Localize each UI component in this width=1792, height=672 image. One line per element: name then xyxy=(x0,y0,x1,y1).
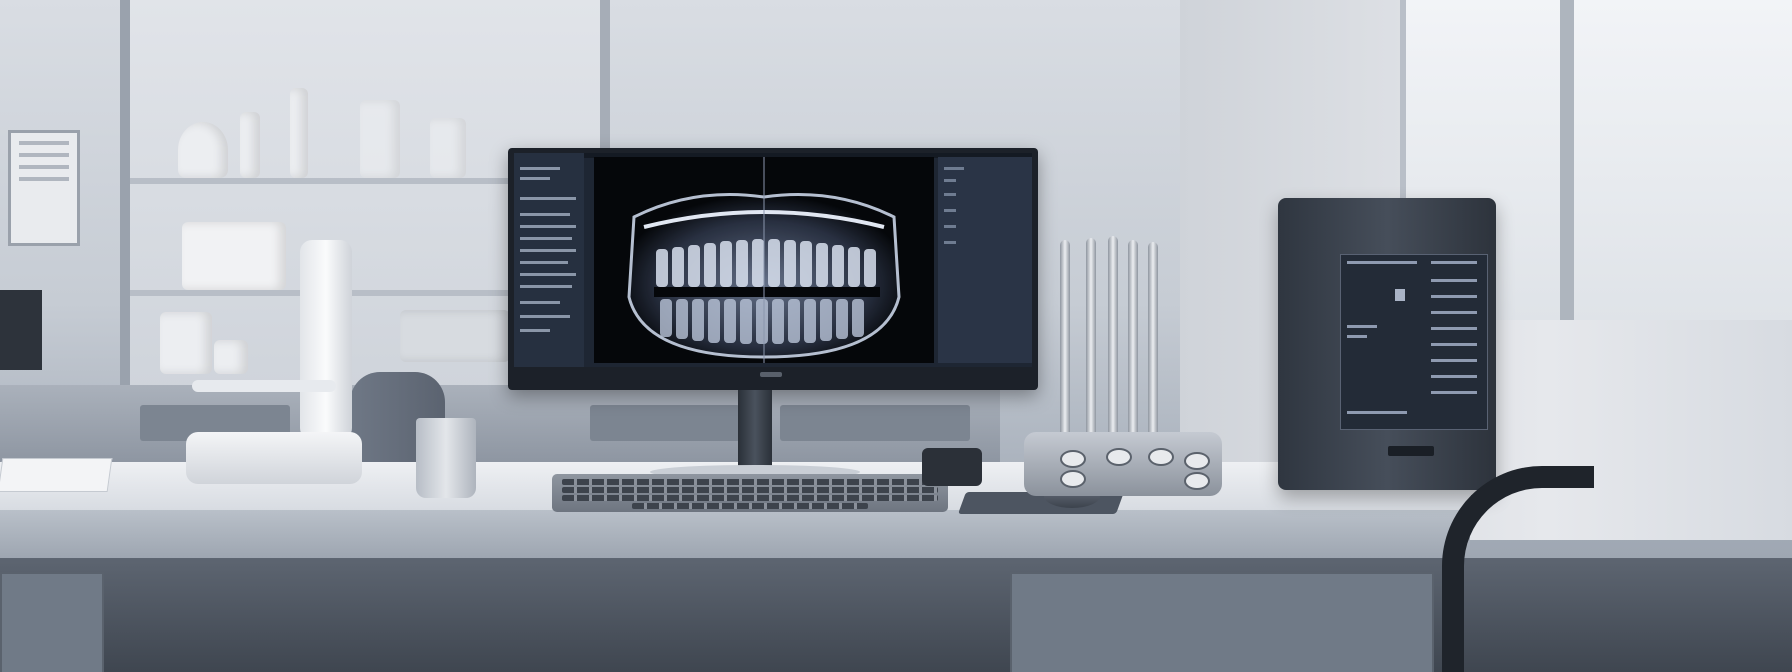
bottle xyxy=(290,88,308,178)
container xyxy=(214,340,248,374)
tooth-xray-icon xyxy=(627,157,901,363)
intraoral-scanner-base xyxy=(186,432,362,484)
background-monitor xyxy=(0,290,42,370)
wall-poster xyxy=(8,130,80,246)
drive-slot xyxy=(1388,446,1434,456)
printer xyxy=(182,222,286,290)
cabinet-drawer xyxy=(780,405,970,441)
desk-drawer xyxy=(0,572,104,672)
vase xyxy=(178,122,228,178)
dental-handpiece xyxy=(1060,240,1070,440)
xray-sensor xyxy=(922,448,982,486)
intraoral-scanner-arm xyxy=(300,240,352,440)
dental-handpiece xyxy=(1086,238,1096,440)
mug xyxy=(416,418,476,498)
left-sidebar-panel xyxy=(514,153,584,367)
right-info-panel xyxy=(938,157,1032,363)
scanner-plate xyxy=(192,380,336,392)
dental-handpiece xyxy=(1128,240,1138,440)
bottle xyxy=(360,100,400,178)
tower-status-screen xyxy=(1340,254,1488,430)
papers xyxy=(0,458,113,492)
panoramic-xray-view xyxy=(594,157,934,363)
keyboard xyxy=(552,474,948,512)
desk-drawer xyxy=(1010,572,1434,672)
dental-handpiece xyxy=(1148,242,1158,440)
dental-office-photo xyxy=(0,0,1792,672)
container xyxy=(160,312,212,374)
instrument-control-unit xyxy=(1024,432,1222,496)
dental-handpiece xyxy=(1108,236,1118,442)
cabinet-drawer xyxy=(590,405,740,441)
window-frame xyxy=(1560,0,1574,320)
bottle xyxy=(240,112,260,178)
jar xyxy=(430,118,466,178)
monitor-screen xyxy=(514,153,1032,367)
status-icon xyxy=(1395,289,1405,301)
device-box xyxy=(400,310,510,362)
monitor-stand xyxy=(738,390,772,470)
monitor-logo xyxy=(760,372,782,377)
desk-edge xyxy=(0,510,1470,558)
